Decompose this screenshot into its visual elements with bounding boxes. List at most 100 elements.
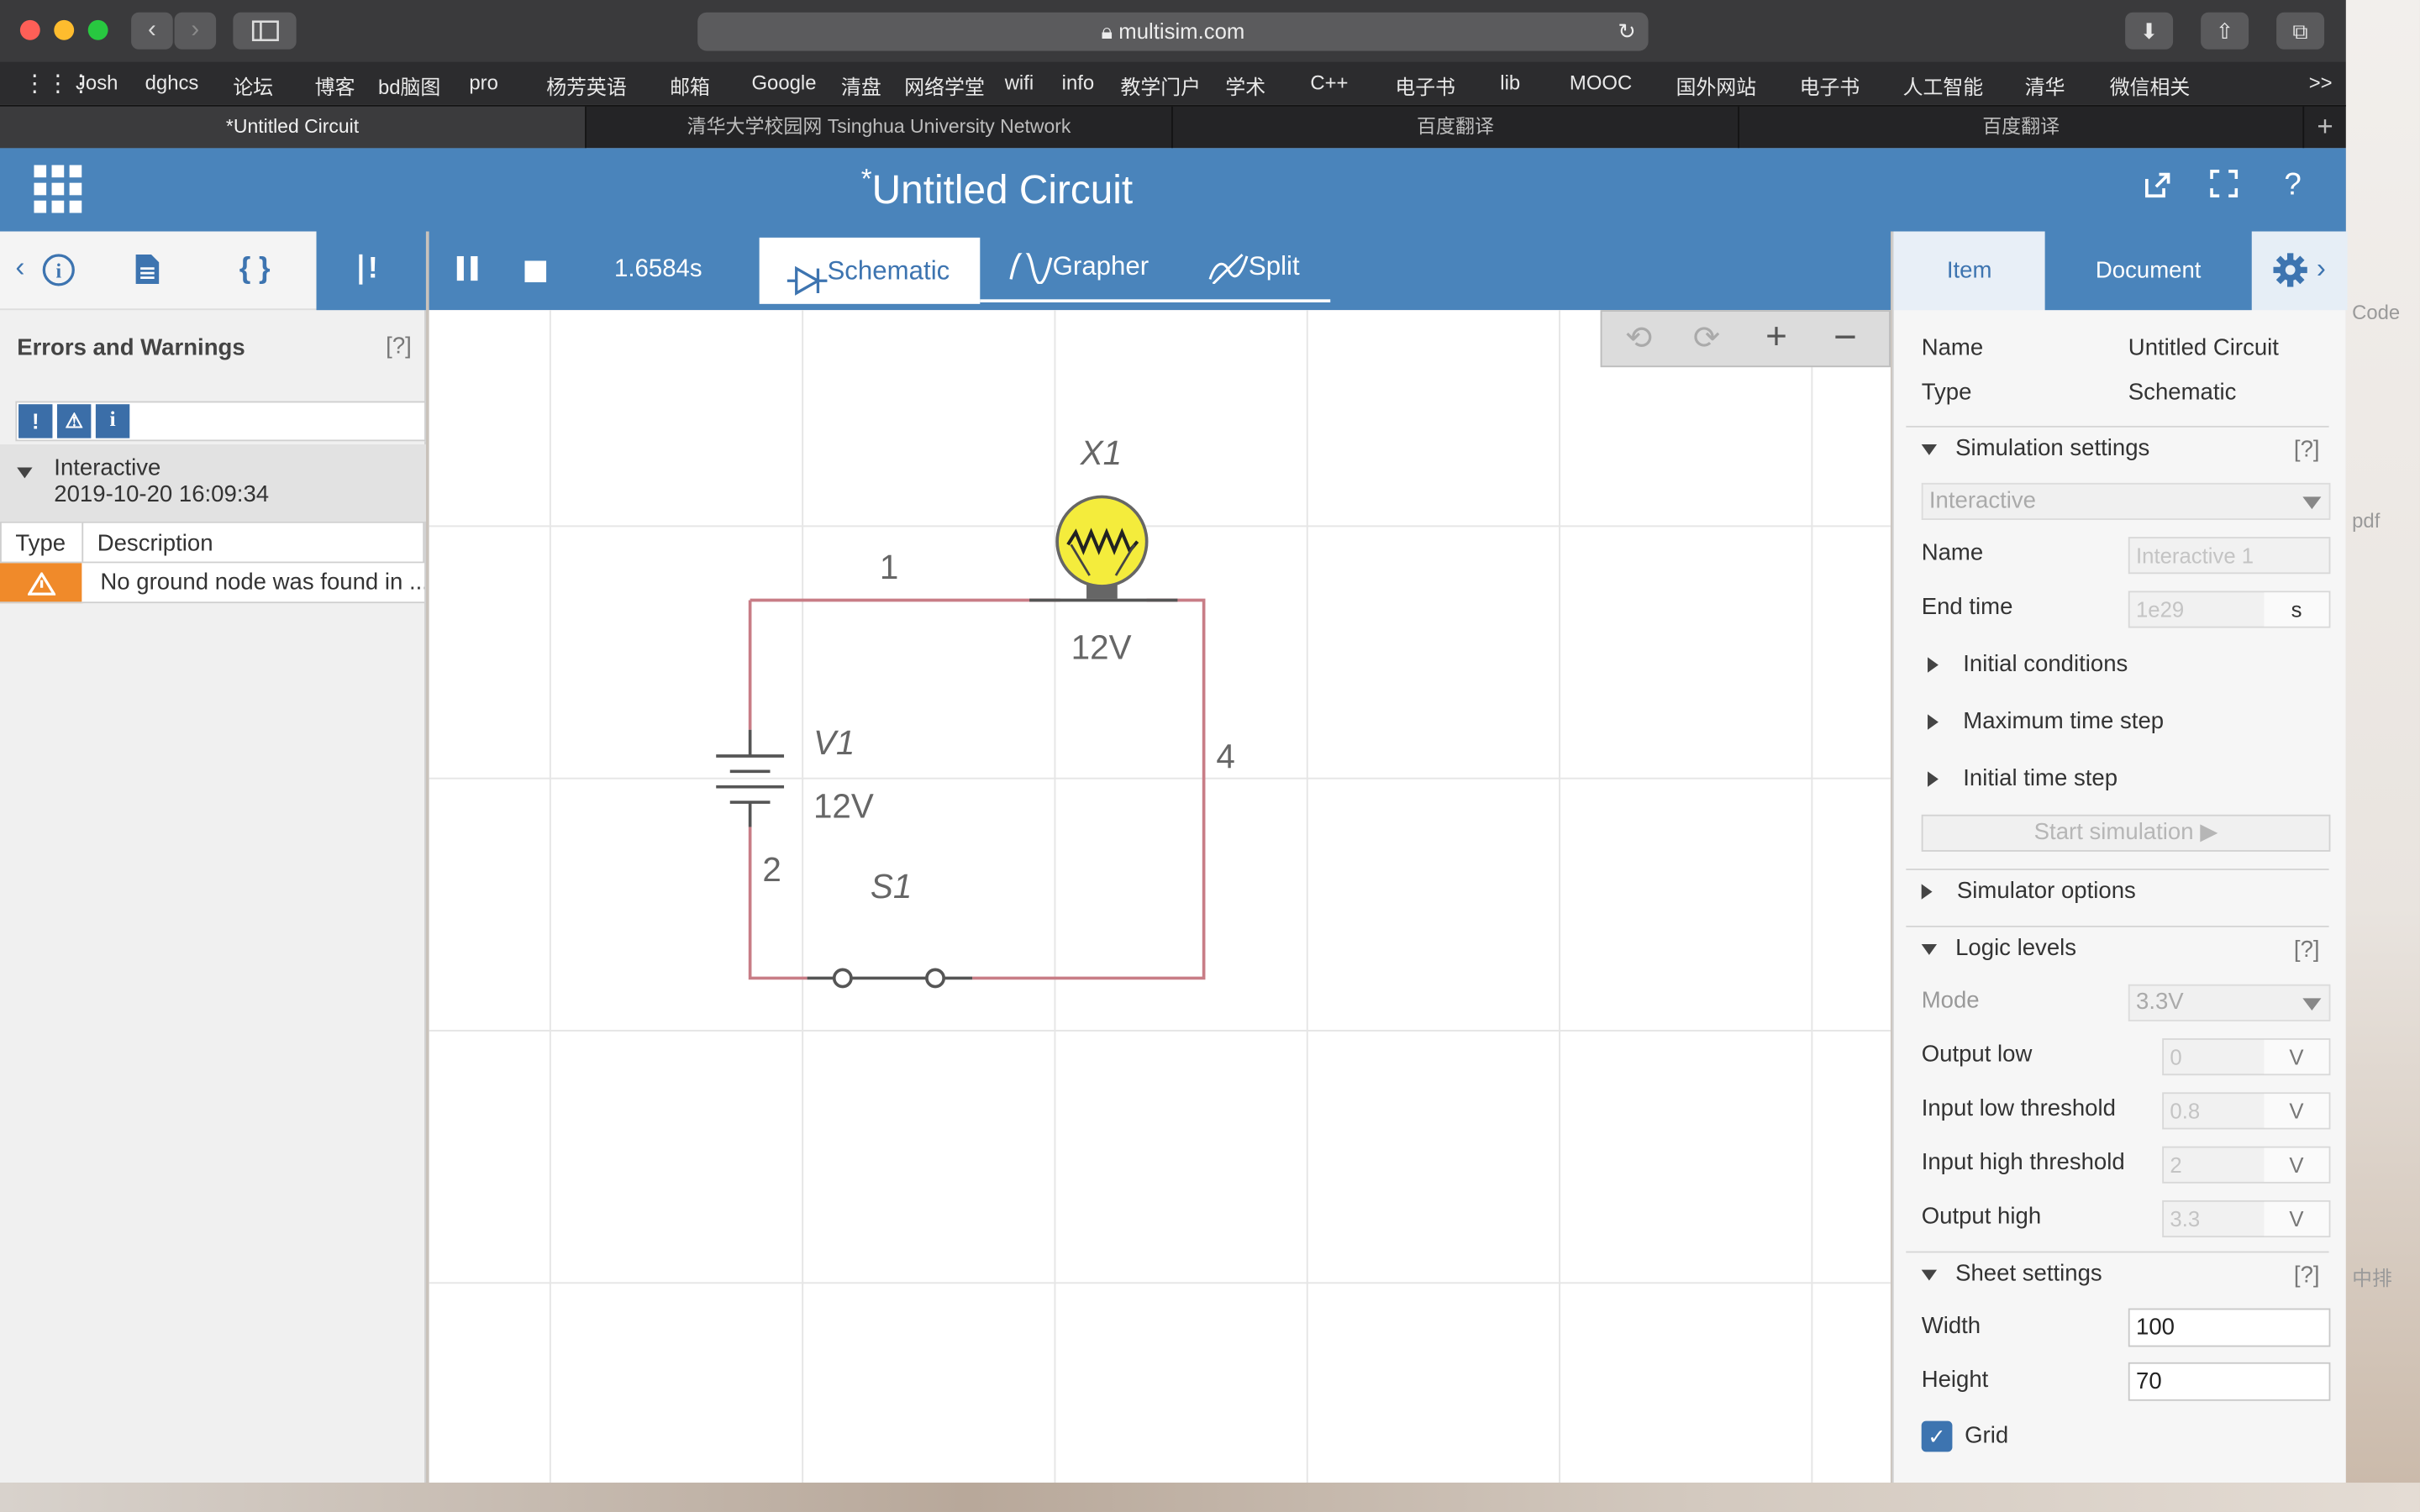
bookmark-item[interactable]: 邮箱 [670,71,710,100]
bookmark-item[interactable]: 网络学堂 [904,71,985,100]
pause-icon[interactable] [456,255,479,289]
bookmark-item[interactable]: wifi [1005,71,1034,94]
forward-button[interactable]: › [174,12,217,50]
bookmark-item[interactable]: 清华 [2025,71,2065,100]
bookmark-item[interactable]: lib [1500,71,1520,94]
undo-icon[interactable]: ⟲ [1625,319,1652,358]
errors-warnings-tab[interactable]: ∣! [316,231,426,311]
simulation-help-link[interactable]: [?] [2294,437,2320,463]
close-window-button[interactable] [19,19,40,40]
stop-icon[interactable] [524,260,547,291]
share-icon[interactable]: ⇧ [2201,12,2249,50]
tab-split[interactable]: Split [1208,251,1300,285]
tab-schematic[interactable]: Schematic [759,237,981,304]
reload-icon[interactable]: ↻ [1618,13,1636,51]
document-icon[interactable] [134,253,160,295]
tabs-overview-icon[interactable]: ⧉ [2276,12,2325,50]
input-low-input[interactable]: 0.8 V [2162,1092,2331,1130]
table-row[interactable]: No ground node was found in ... [82,563,425,604]
analysis-type-select[interactable]: Interactive [1921,482,2331,520]
source-ref-label[interactable]: V1 [813,723,855,764]
tab-document[interactable]: Document [2044,231,2252,311]
minimize-window-button[interactable] [54,19,75,40]
simulation-settings-section[interactable]: Simulation settings [?] [1906,425,2329,472]
new-tab-button[interactable]: + [2304,107,2346,149]
output-low-input[interactable]: 0 V [2162,1038,2331,1076]
bookmark-item[interactable]: 电子书 [1800,71,1860,100]
bookmark-item[interactable]: 教学门户 [1120,71,1201,100]
zoom-window-button[interactable] [87,19,108,40]
zoom-out-icon[interactable]: − [1833,313,1857,361]
zoom-in-icon[interactable]: + [1765,317,1787,360]
fullscreen-icon[interactable] [2210,170,2238,207]
warning-filter-icon[interactable]: ⚠ [56,404,92,438]
grid-checkbox[interactable]: ✓ [1921,1420,1953,1452]
bookmark-item[interactable]: 电子书 [1395,71,1455,100]
column-description[interactable]: Description [82,521,425,564]
bookmark-item[interactable]: C++ [1310,71,1348,94]
lamp-value-label[interactable]: 12V [1071,628,1132,669]
bookmark-item[interactable]: Josh [76,71,118,94]
tab-baidu-translate-1[interactable]: 百度翻译 [1173,106,1739,149]
bookmark-item[interactable]: bd脑图 [378,71,440,100]
bookmark-item[interactable]: MOOC [1570,71,1632,94]
sidebar-toggle-icon[interactable] [233,12,297,50]
tab-grapher[interactable]: Grapher [1009,249,1149,284]
initial-conditions-section[interactable]: Initial conditions [1922,651,2128,677]
bookmark-item[interactable]: Google [751,71,816,94]
bookmark-item[interactable]: 博客 [315,71,355,100]
expand-triangle-icon[interactable] [17,459,50,487]
mode-select[interactable]: 3.3V [2128,984,2331,1021]
bookmark-item[interactable]: 论坛 [233,71,273,100]
bookmark-item[interactable]: 杨芳英语 [546,71,627,100]
bookmarks-more-button[interactable]: >> [2309,71,2333,94]
address-bar[interactable]: 🔒︎ multisim.com ↻ [697,12,1649,51]
info-icon[interactable]: i [42,253,76,296]
output-high-input[interactable]: 3.3 V [2162,1200,2331,1238]
logic-levels-help-link[interactable]: [?] [2294,937,2320,963]
schematic-canvas[interactable]: X1 12V V1 12V S1 1 2 4 [429,310,1891,1483]
back-button[interactable]: ‹ [131,12,173,50]
sheet-settings-help-link[interactable]: [?] [2294,1262,2320,1288]
collapse-left-icon[interactable]: ‹ [15,251,24,284]
errors-help-link[interactable]: [?] [386,333,412,360]
column-type[interactable]: Type [0,521,84,564]
lamp-ref-label[interactable]: X1 [1081,433,1122,474]
downloads-icon[interactable]: ⬇ [2125,12,2174,50]
source-value-label[interactable]: 12V [813,787,874,827]
width-input[interactable]: 100 [2128,1308,2331,1347]
sheet-settings-section[interactable]: Sheet settings [?] [1906,1251,2329,1298]
initial-time-step-section[interactable]: Initial time step [1922,765,2118,791]
simulator-options-section[interactable]: Simulator options [1906,869,2329,924]
error-filter-icon[interactable]: ! [18,404,53,438]
max-time-step-section[interactable]: Maximum time step [1922,708,2164,734]
logic-levels-section[interactable]: Logic levels [?] [1906,926,2329,972]
input-high-unit: V [2264,1147,2329,1182]
message-group[interactable]: Interactive 2019-10-20 16:09:34 [0,444,426,522]
bookmark-item[interactable]: pro [469,71,498,94]
share-external-icon[interactable] [2142,170,2173,210]
bookmark-item[interactable]: 微信相关 [2110,71,2191,100]
bookmark-item[interactable]: 清盘 [841,71,881,100]
gear-icon[interactable] [2273,253,2307,295]
end-time-input[interactable]: 1e29 s [2128,591,2331,628]
tab-tsinghua-network[interactable]: 清华大学校园网 Tsinghua University Network [587,106,1173,149]
collapse-right-icon[interactable]: › [2317,253,2326,286]
tab-item[interactable]: Item [1893,231,2045,311]
bookmark-item[interactable]: dghcs [145,71,199,94]
bookmark-item[interactable]: 人工智能 [1903,71,1984,100]
height-input[interactable]: 70 [2128,1362,2331,1401]
bookmark-item[interactable]: info [1062,71,1095,94]
redo-icon[interactable]: ⟳ [1693,319,1720,358]
info-filter-icon[interactable]: i [95,404,130,438]
switch-ref-label[interactable]: S1 [871,867,912,907]
sim-name-input[interactable]: Interactive 1 [2128,537,2331,575]
bookmark-item[interactable]: 国外网站 [1676,71,1757,100]
input-high-input[interactable]: 2 V [2162,1146,2331,1184]
code-braces-icon[interactable]: { } [239,253,271,286]
tab-baidu-translate-2[interactable]: 百度翻译 [1739,106,2305,149]
start-simulation-button[interactable]: Start simulation ▶ [1921,814,2331,852]
tab-untitled-circuit[interactable]: *Untitled Circuit [0,106,587,149]
bookmark-item[interactable]: 学术 [1225,71,1265,100]
help-icon[interactable]: ? [2284,168,2301,203]
